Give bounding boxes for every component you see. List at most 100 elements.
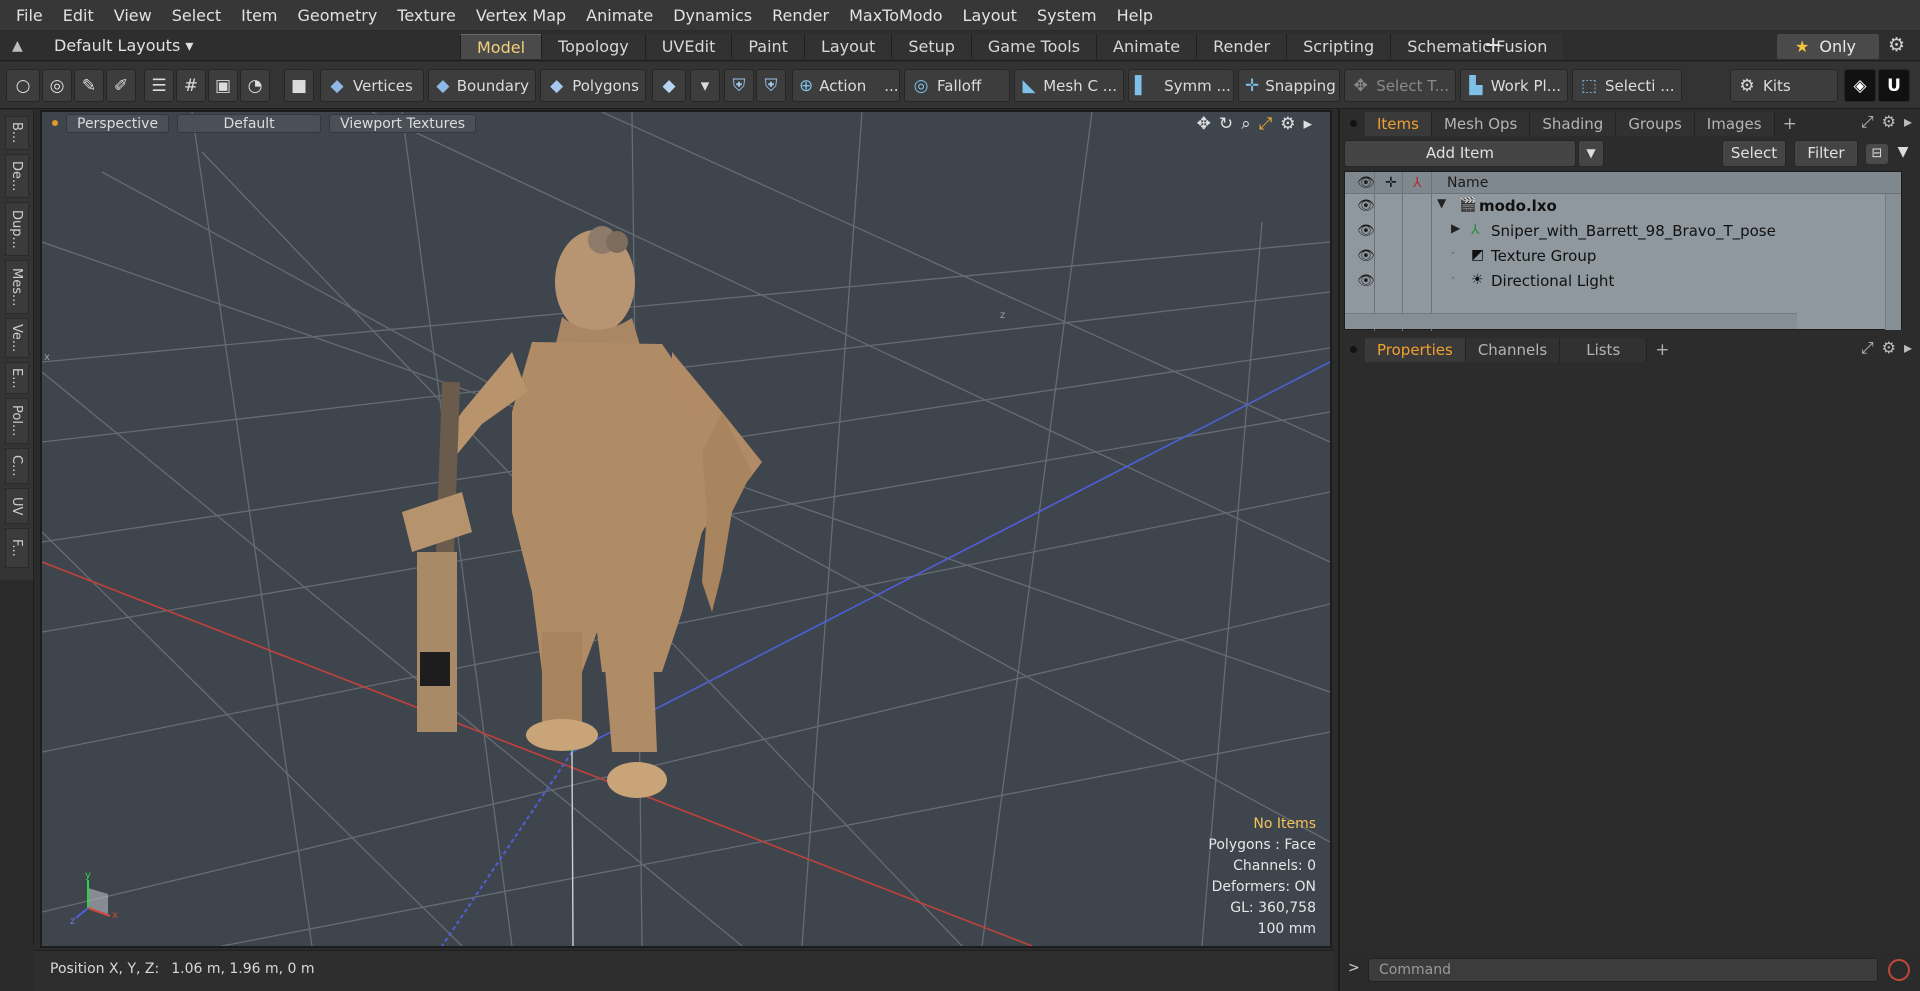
tab-game-tools[interactable]: Game Tools xyxy=(970,34,1097,59)
symmetry-shield-button[interactable]: ⛨ xyxy=(724,69,754,102)
expand-triangle-icon[interactable]: ▼ xyxy=(1437,196,1446,210)
add-item-button[interactable]: Add Item xyxy=(1344,140,1576,167)
eye-icon[interactable]: 👁 xyxy=(1357,273,1375,289)
menu-dynamics[interactable]: Dynamics xyxy=(663,0,762,31)
left-tab-curve[interactable]: C... xyxy=(5,448,29,484)
menu-item[interactable]: Item xyxy=(231,0,287,31)
tab-shading[interactable]: Shading xyxy=(1530,111,1617,136)
globe-button[interactable]: ◎ xyxy=(42,69,72,102)
panel-menu-dot[interactable] xyxy=(1350,346,1357,353)
rotate-view-icon[interactable]: ↻ xyxy=(1219,114,1233,134)
falloff-button[interactable]: ◎ Falloff xyxy=(904,69,1010,102)
tab-schematic-fusion[interactable]: Schematic Fusion xyxy=(1390,34,1564,59)
tab-properties[interactable]: Properties xyxy=(1365,337,1466,362)
menu-vertex-map[interactable]: Vertex Map xyxy=(466,0,576,31)
visibility-column-icon[interactable]: 👁 xyxy=(1357,172,1375,194)
viewport-textures-dropdown[interactable]: Viewport Textures xyxy=(329,113,477,133)
tree-row-texture-group[interactable]: 👁 · ◩ Texture Group xyxy=(1345,244,1901,269)
add-layout-button[interactable]: + xyxy=(1484,33,1502,58)
viewport-gear-icon[interactable]: ⚙ xyxy=(1280,114,1295,134)
zoom-view-icon[interactable]: ⌕ xyxy=(1241,114,1251,134)
tab-render[interactable]: Render xyxy=(1196,34,1287,59)
lock-column-icon[interactable]: ✛ xyxy=(1385,172,1397,194)
vertices-button[interactable]: ◆ Vertices xyxy=(320,69,424,102)
command-input[interactable]: Command xyxy=(1368,958,1878,982)
eye-icon[interactable]: 👁 xyxy=(1357,198,1375,214)
eye-icon[interactable]: 👁 xyxy=(1357,248,1375,264)
kits-button[interactable]: ⚙ Kits xyxy=(1730,69,1838,102)
viewport-menu-dot[interactable] xyxy=(52,120,58,126)
3d-viewport[interactable]: x z Perspective Default Viewport Texture… xyxy=(40,110,1332,948)
mesh-constraint-button[interactable]: ◣ Mesh C ... xyxy=(1014,69,1124,102)
filter-button[interactable]: Filter xyxy=(1794,140,1858,167)
vertical-scrollbar[interactable] xyxy=(1885,194,1901,330)
eye-icon[interactable]: 👁 xyxy=(1357,223,1375,239)
menu-edit[interactable]: Edit xyxy=(53,0,104,31)
pen-button[interactable]: ✎ xyxy=(74,69,104,102)
menu-geometry[interactable]: Geometry xyxy=(288,0,388,31)
work-plane-button[interactable]: ▙ Work Pl... xyxy=(1460,69,1568,102)
sphere-button[interactable]: ◔ xyxy=(240,69,270,102)
gear-icon[interactable]: ⚙ xyxy=(1888,34,1905,56)
frame-button[interactable]: ▣ xyxy=(208,69,238,102)
home-icon[interactable]: ▲ xyxy=(12,38,23,54)
collapse-triangle-icon[interactable]: ▶ xyxy=(1451,221,1460,235)
boundary-button[interactable]: ◆ Boundary xyxy=(428,69,536,102)
menu-file[interactable]: File xyxy=(6,0,53,31)
select-mode-button[interactable]: ○ xyxy=(6,69,40,102)
menu-layout[interactable]: Layout xyxy=(953,0,1027,31)
tab-images[interactable]: Images xyxy=(1694,111,1775,136)
tab-mesh-ops[interactable]: Mesh Ops xyxy=(1431,111,1531,136)
viewport-arrow-icon[interactable]: ▸ xyxy=(1303,114,1312,134)
select-button[interactable]: Select xyxy=(1722,140,1786,167)
tab-items[interactable]: Items xyxy=(1365,111,1432,136)
align-button[interactable]: ☰ xyxy=(144,69,174,102)
menu-system[interactable]: System xyxy=(1027,0,1107,31)
panel-gear-icon[interactable]: ⚙ xyxy=(1882,338,1896,358)
snapping-button[interactable]: ✛ Snapping xyxy=(1238,69,1340,102)
unity-button[interactable]: ◈ xyxy=(1844,69,1876,102)
tree-row-scene[interactable]: 👁 ▼ 🎬 modo.lxo xyxy=(1345,194,1901,219)
left-tab-basic[interactable]: B... xyxy=(5,116,29,150)
name-column-header[interactable]: Name xyxy=(1447,172,1488,194)
polygons-button[interactable]: ◆ Polygons xyxy=(540,69,646,102)
left-tab-deform[interactable]: De... xyxy=(5,154,29,198)
tree-row-light[interactable]: 👁 · ☀ Directional Light xyxy=(1345,269,1901,294)
symmetry-shield-2-button[interactable]: ⛨ xyxy=(756,69,786,102)
menu-texture[interactable]: Texture xyxy=(387,0,466,31)
move-view-icon[interactable]: ✥ xyxy=(1197,114,1211,134)
tab-layout[interactable]: Layout xyxy=(803,34,892,59)
material-mode-button[interactable]: ◆ xyxy=(652,69,686,102)
tab-paint[interactable]: Paint xyxy=(731,34,804,59)
menu-render[interactable]: Render xyxy=(762,0,839,31)
mode-dropdown[interactable]: ▾ xyxy=(690,69,720,102)
layouts-dropdown[interactable]: Default Layouts ▾ xyxy=(48,31,199,61)
tab-uvedit[interactable]: UVEdit xyxy=(644,34,732,59)
left-tab-polygon[interactable]: Pol... xyxy=(5,398,29,444)
item-mode-button[interactable]: ■ xyxy=(284,69,314,102)
expand-icon[interactable]: ⤢ xyxy=(1861,338,1874,358)
tab-lists[interactable]: Lists xyxy=(1560,337,1648,362)
tree-row-mesh[interactable]: 👁 ▶ ⅄ Sniper_with_Barrett_98_Bravo_T_pos… xyxy=(1345,219,1901,244)
left-tab-mesh-edit[interactable]: Mes... xyxy=(5,260,29,314)
select-through-button[interactable]: ✥ Select T... xyxy=(1344,69,1456,102)
tab-model[interactable]: Model xyxy=(460,34,542,59)
left-tab-edge[interactable]: E... xyxy=(5,362,29,394)
horizontal-scrollbar[interactable] xyxy=(1345,313,1797,329)
add-tab-icon[interactable]: + xyxy=(1783,114,1797,134)
action-center-button[interactable]: ⊕ Action... xyxy=(792,69,900,102)
menu-select[interactable]: Select xyxy=(162,0,231,31)
expand-icon[interactable]: ⤢ xyxy=(1861,112,1874,132)
brush-button[interactable]: ✐ xyxy=(106,69,136,102)
record-icon[interactable] xyxy=(1888,959,1910,981)
unreal-button[interactable]: U xyxy=(1878,69,1910,102)
shading-dropdown[interactable]: Default xyxy=(177,113,322,133)
grid-button[interactable]: # xyxy=(176,69,206,102)
left-tab-uv[interactable]: UV xyxy=(5,488,29,524)
selection-sets-button[interactable]: ⬚ Selecti ... xyxy=(1572,69,1682,102)
collapse-icon[interactable]: ⊟ xyxy=(1866,144,1888,164)
symmetry-button[interactable]: ▌ Symm ... xyxy=(1128,69,1234,102)
maximize-view-icon[interactable]: ⤢ xyxy=(1259,114,1273,134)
view-type-dropdown[interactable]: Perspective xyxy=(66,113,170,133)
panel-menu-dot[interactable] xyxy=(1350,120,1357,127)
